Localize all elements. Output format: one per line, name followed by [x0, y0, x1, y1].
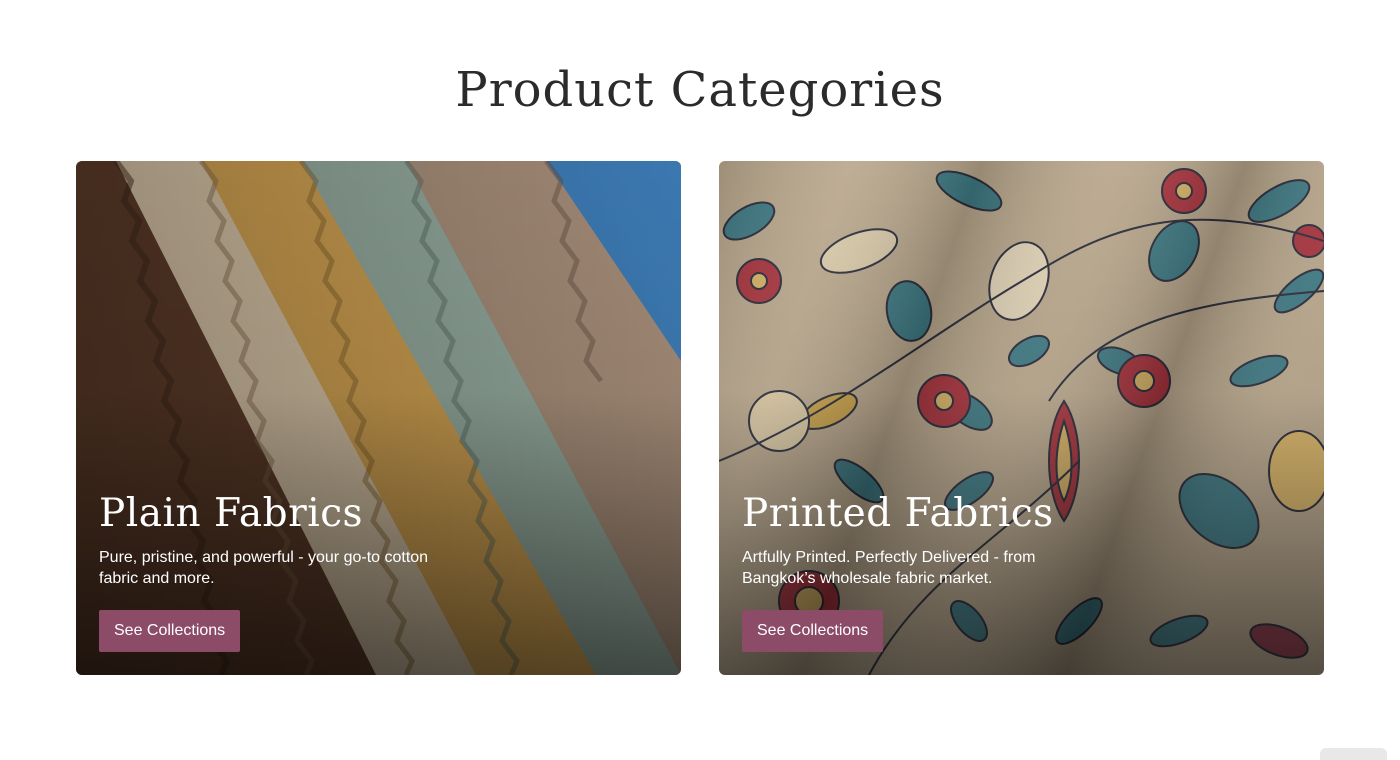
card-overlay: [76, 161, 681, 675]
card-title: Printed Fabrics: [742, 491, 1054, 536]
category-card-plain-fabrics[interactable]: Plain Fabrics Pure, pristine, and powerf…: [76, 161, 681, 675]
see-collections-button-plain[interactable]: See Collections: [99, 610, 241, 652]
card-description: Pure, pristine, and powerful - your go-t…: [99, 549, 429, 587]
category-card-printed-fabrics[interactable]: Printed Fabrics Artfully Printed. Perfec…: [719, 161, 1324, 675]
card-title: Plain Fabrics: [99, 491, 364, 536]
see-collections-button-printed[interactable]: See Collections: [742, 610, 884, 652]
product-categories-section: Product Categories Plain Fabrics Pure, p…: [0, 0, 1400, 760]
floating-widget-button[interactable]: [1320, 748, 1387, 760]
card-overlay: [719, 161, 1324, 675]
section-title: Product Categories: [455, 62, 945, 118]
card-description: Artfully Printed. Perfectly Delivered - …: [742, 549, 1036, 587]
